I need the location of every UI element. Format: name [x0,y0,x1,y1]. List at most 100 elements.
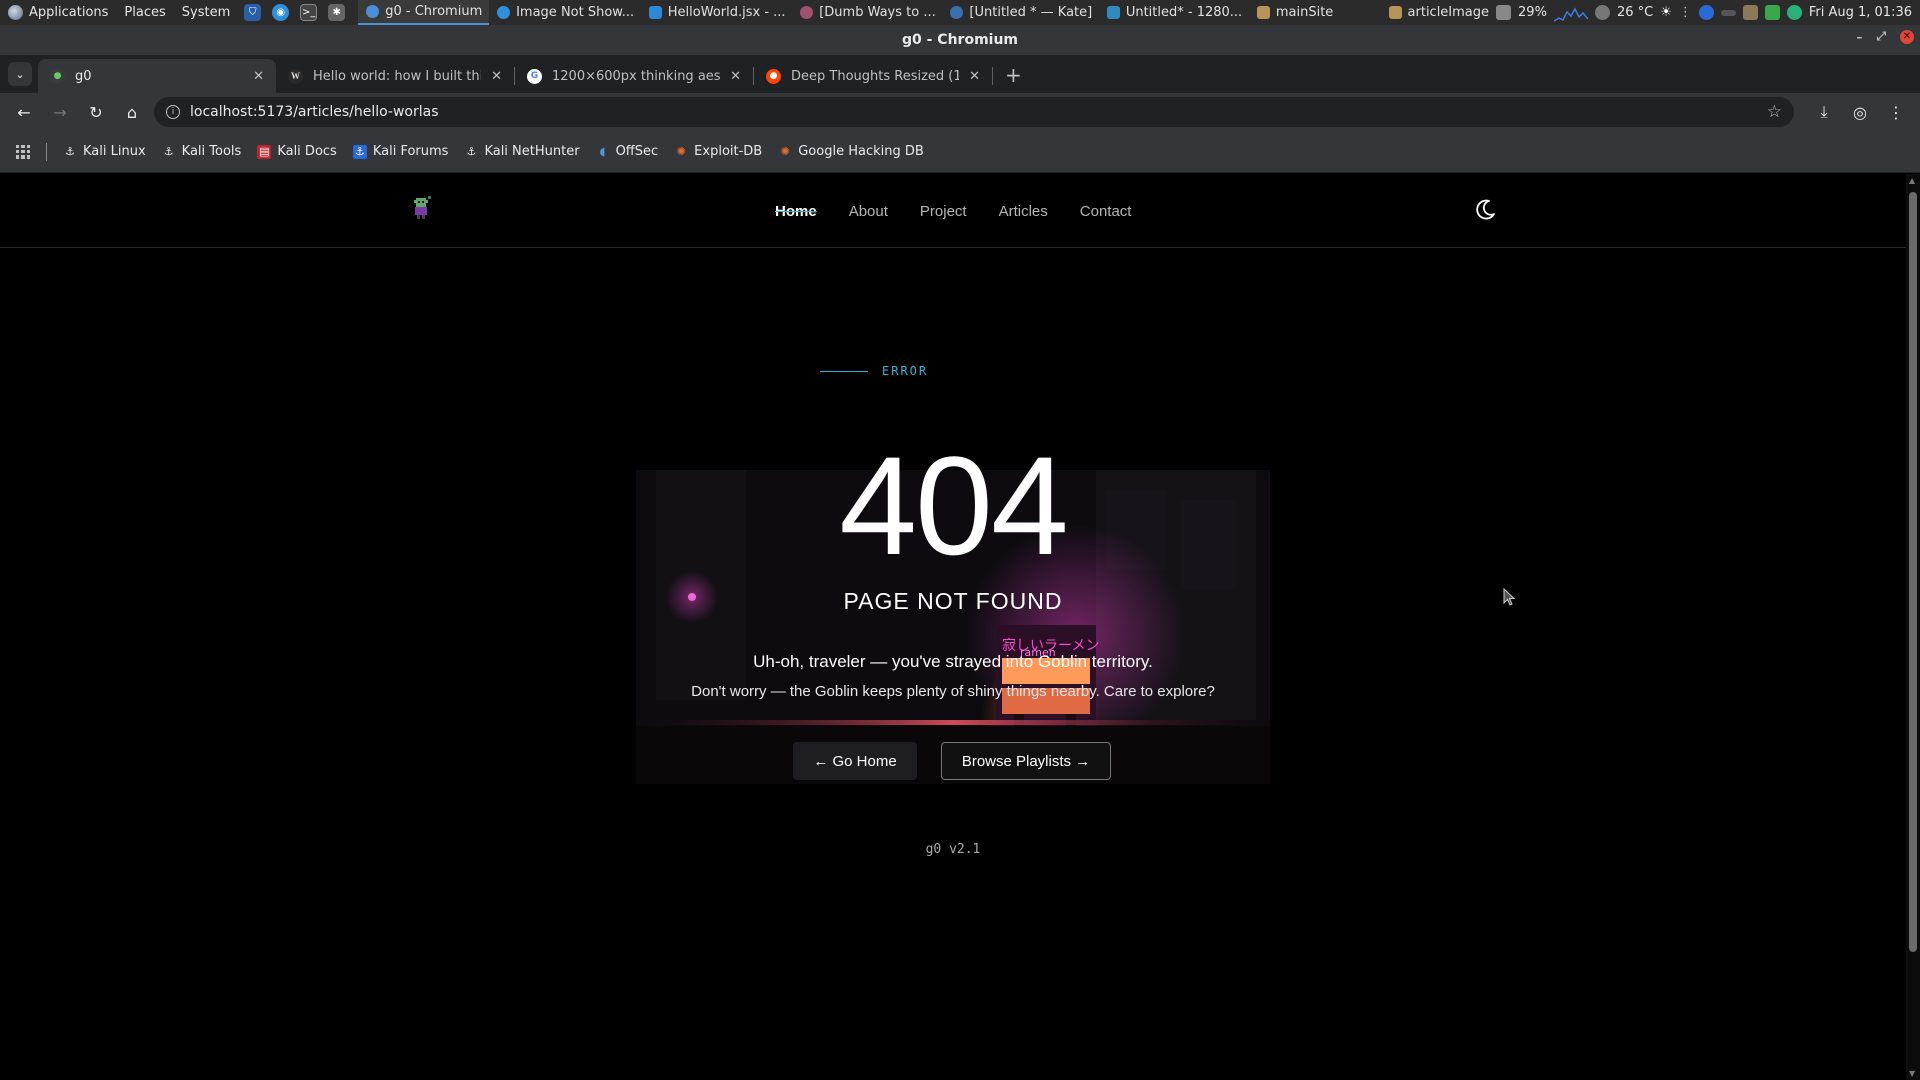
window-titlebar: g0 - Chromium – ⤢ ✕ [0,25,1920,55]
nav-home-link[interactable]: Home [775,203,817,220]
shield-icon[interactable] [1786,5,1802,20]
applications-menu[interactable]: Applications [29,5,108,20]
bookmark-kali-nethunter[interactable]: ⚓ Kali NetHunter [464,144,580,159]
site-navbar: Home About Project Articles Contact [0,174,1906,248]
system-menu[interactable]: System [182,5,230,20]
taskbar-item-image-not-showing[interactable]: Image Not Show... [489,0,641,25]
error-eyebrow: ERROR [820,364,928,378]
bookmark-exploit-db[interactable]: ✺ Exploit-DB [674,144,763,159]
close-tab-icon[interactable]: ✕ [730,69,741,84]
system-tray: 29% 26 °C ☀ ⋮ Fri Aug 1, 01:36 [1496,4,1920,22]
folder-icon [1388,6,1402,19]
browser-launcher-icon[interactable]: ◉ [272,4,290,21]
apps-grid-icon[interactable] [16,144,30,159]
tab-google-search[interactable]: G 1200×600px thinking aesthe ✕ [515,59,753,93]
bookmark-kali-linux[interactable]: ⚓ Kali Linux [63,144,146,159]
close-window-icon[interactable]: ✕ [1900,29,1914,44]
url-text[interactable]: localhost:5173/articles/hello-worlas [190,104,1757,120]
window-title: g0 - Chromium [901,32,1019,48]
address-bar[interactable]: i localhost:5173/articles/hello-worlas ☆ [154,97,1794,127]
tab-g0[interactable]: ● g0 ✕ [38,59,276,93]
taskbar-item-label: g0 - Chromium [385,4,483,19]
tab-label: Hello world: how I built this [313,68,482,84]
more-icon[interactable]: ⋮ [1679,5,1692,20]
taskbar-item-media[interactable]: [Dumb Ways to ... [792,0,942,25]
bluetooth-icon[interactable] [1698,5,1714,20]
error-code: 404 [839,427,1069,584]
minimize-icon[interactable]: – [1856,30,1862,44]
nav-articles-link[interactable]: Articles [999,203,1048,220]
taskbar-item-label: [Untitled * — Kate] [969,5,1093,20]
page-scrollbar[interactable]: ▲ ▼ [1906,174,1920,1080]
taskbar-item-vscode[interactable]: HelloWorld.jsx - ... [641,0,792,25]
keyboard-icon[interactable] [1720,9,1736,16]
close-tab-icon[interactable]: ✕ [491,69,502,84]
bookmark-kali-tools[interactable]: ⚓ Kali Tools [162,144,242,159]
bookmark-label: Kali Linux [83,144,146,159]
battery-icon[interactable] [1496,5,1512,20]
moon-icon[interactable] [1472,197,1498,223]
tab-hello-world[interactable]: W Hello world: how I built this ✕ [276,59,514,93]
offsec-icon: ◖ [599,145,606,158]
reload-icon[interactable]: ↻ [82,98,110,126]
update-icon[interactable] [1764,5,1780,20]
taskbar-item-label: mainSite [1275,5,1334,20]
close-tab-icon[interactable]: ✕ [969,69,980,84]
menu-kebab-icon[interactable]: ⋮ [1882,98,1910,126]
nav-contact-link[interactable]: Contact [1080,203,1132,220]
bookmarks-bar: ⚓ Kali Linux ⚓ Kali Tools ▤ Kali Docs ⚓ Kali… [0,131,1920,173]
places-menu[interactable]: Places [124,5,165,20]
tab-label: g0 [75,68,92,84]
tab-deep-thoughts[interactable]: ● Deep Thoughts Resized (192 ✕ [754,59,992,93]
scroll-down-arrow-icon[interactable]: ▼ [1909,1069,1915,1078]
scroll-up-arrow-icon[interactable]: ▲ [1909,176,1915,185]
bookmark-label: Kali Tools [181,144,242,159]
bookmark-star-icon[interactable]: ☆ [1767,102,1782,122]
bookmark-offsec[interactable]: ◖ OffSec [596,144,659,159]
browse-playlists-button[interactable]: Browse Playlists → [941,742,1111,780]
taskbar-item-chromium[interactable]: g0 - Chromium [358,0,490,25]
restore-icon[interactable]: ⤢ [1876,29,1886,44]
taskbar-item-mainsite[interactable]: mainSite [1249,0,1341,25]
temperature: 26 °C [1616,5,1654,20]
reddit-icon: ● [766,68,781,84]
browser-toolbar: ← → ↻ ⌂ i localhost:5173/articles/hello-… [0,93,1920,131]
go-home-button[interactable]: ← Go Home [793,742,917,780]
bookmark-kali-forums[interactable]: ⚓ Kali Forums [352,144,448,159]
tab-search-chevron-down-icon[interactable]: ⌄ [8,62,32,86]
forward-arrow-icon[interactable]: → [46,98,74,126]
image-editor-icon [1106,6,1120,19]
clock[interactable]: Fri Aug 1, 01:36 [1809,5,1912,20]
nav-about-link[interactable]: About [849,203,888,220]
back-arrow-icon[interactable]: ← [10,98,38,126]
wikipedia-icon: W [288,68,303,84]
os-logo-icon[interactable] [8,5,23,20]
taskbar-item-label: HelloWorld.jsx - ... [667,5,786,20]
exploit-db-icon: ✺ [676,145,686,158]
new-tab-plus-icon[interactable]: + [1005,63,1022,87]
google-icon: G [527,68,542,84]
kali-dragon-icon: ⚓ [466,145,477,158]
scroll-thumb[interactable] [1909,192,1917,952]
bitwarden-launcher-icon[interactable]: ⛉ [244,4,262,21]
taskbar-item-articleimage[interactable]: articleImage [1381,0,1497,25]
terminal-launcher-icon[interactable]: >_ [300,4,318,21]
site-info-icon[interactable]: i [166,105,180,119]
home-icon[interactable]: ⌂ [118,98,146,126]
main-nav: Home About Project Articles Contact [775,174,1131,248]
bookmark-kali-docs[interactable]: ▤ Kali Docs [257,144,337,159]
weather-icon[interactable] [1594,5,1610,20]
download-icon[interactable]: ⤓ [1810,98,1838,126]
profile-icon[interactable]: ◎ [1846,98,1874,126]
taskbar-item-kate[interactable]: [Untitled * — Kate] [942,0,1098,25]
goblin-logo-icon[interactable] [409,195,433,221]
vscode-icon [648,6,662,19]
network-icon[interactable] [1742,5,1758,20]
bookmark-google-hacking-db[interactable]: ✺ Google Hacking DB [778,144,924,159]
taskbar-item-image-editor[interactable]: Untitled* - 1280... [1099,0,1249,25]
brightness-icon[interactable]: ☀ [1660,5,1672,20]
settings-launcher-icon[interactable]: ✱ [328,4,346,21]
close-tab-icon[interactable]: ✕ [253,69,264,84]
nav-project-link[interactable]: Project [920,203,967,220]
error-message-secondary: Don't worry — the Goblin keeps plenty of… [691,683,1215,700]
